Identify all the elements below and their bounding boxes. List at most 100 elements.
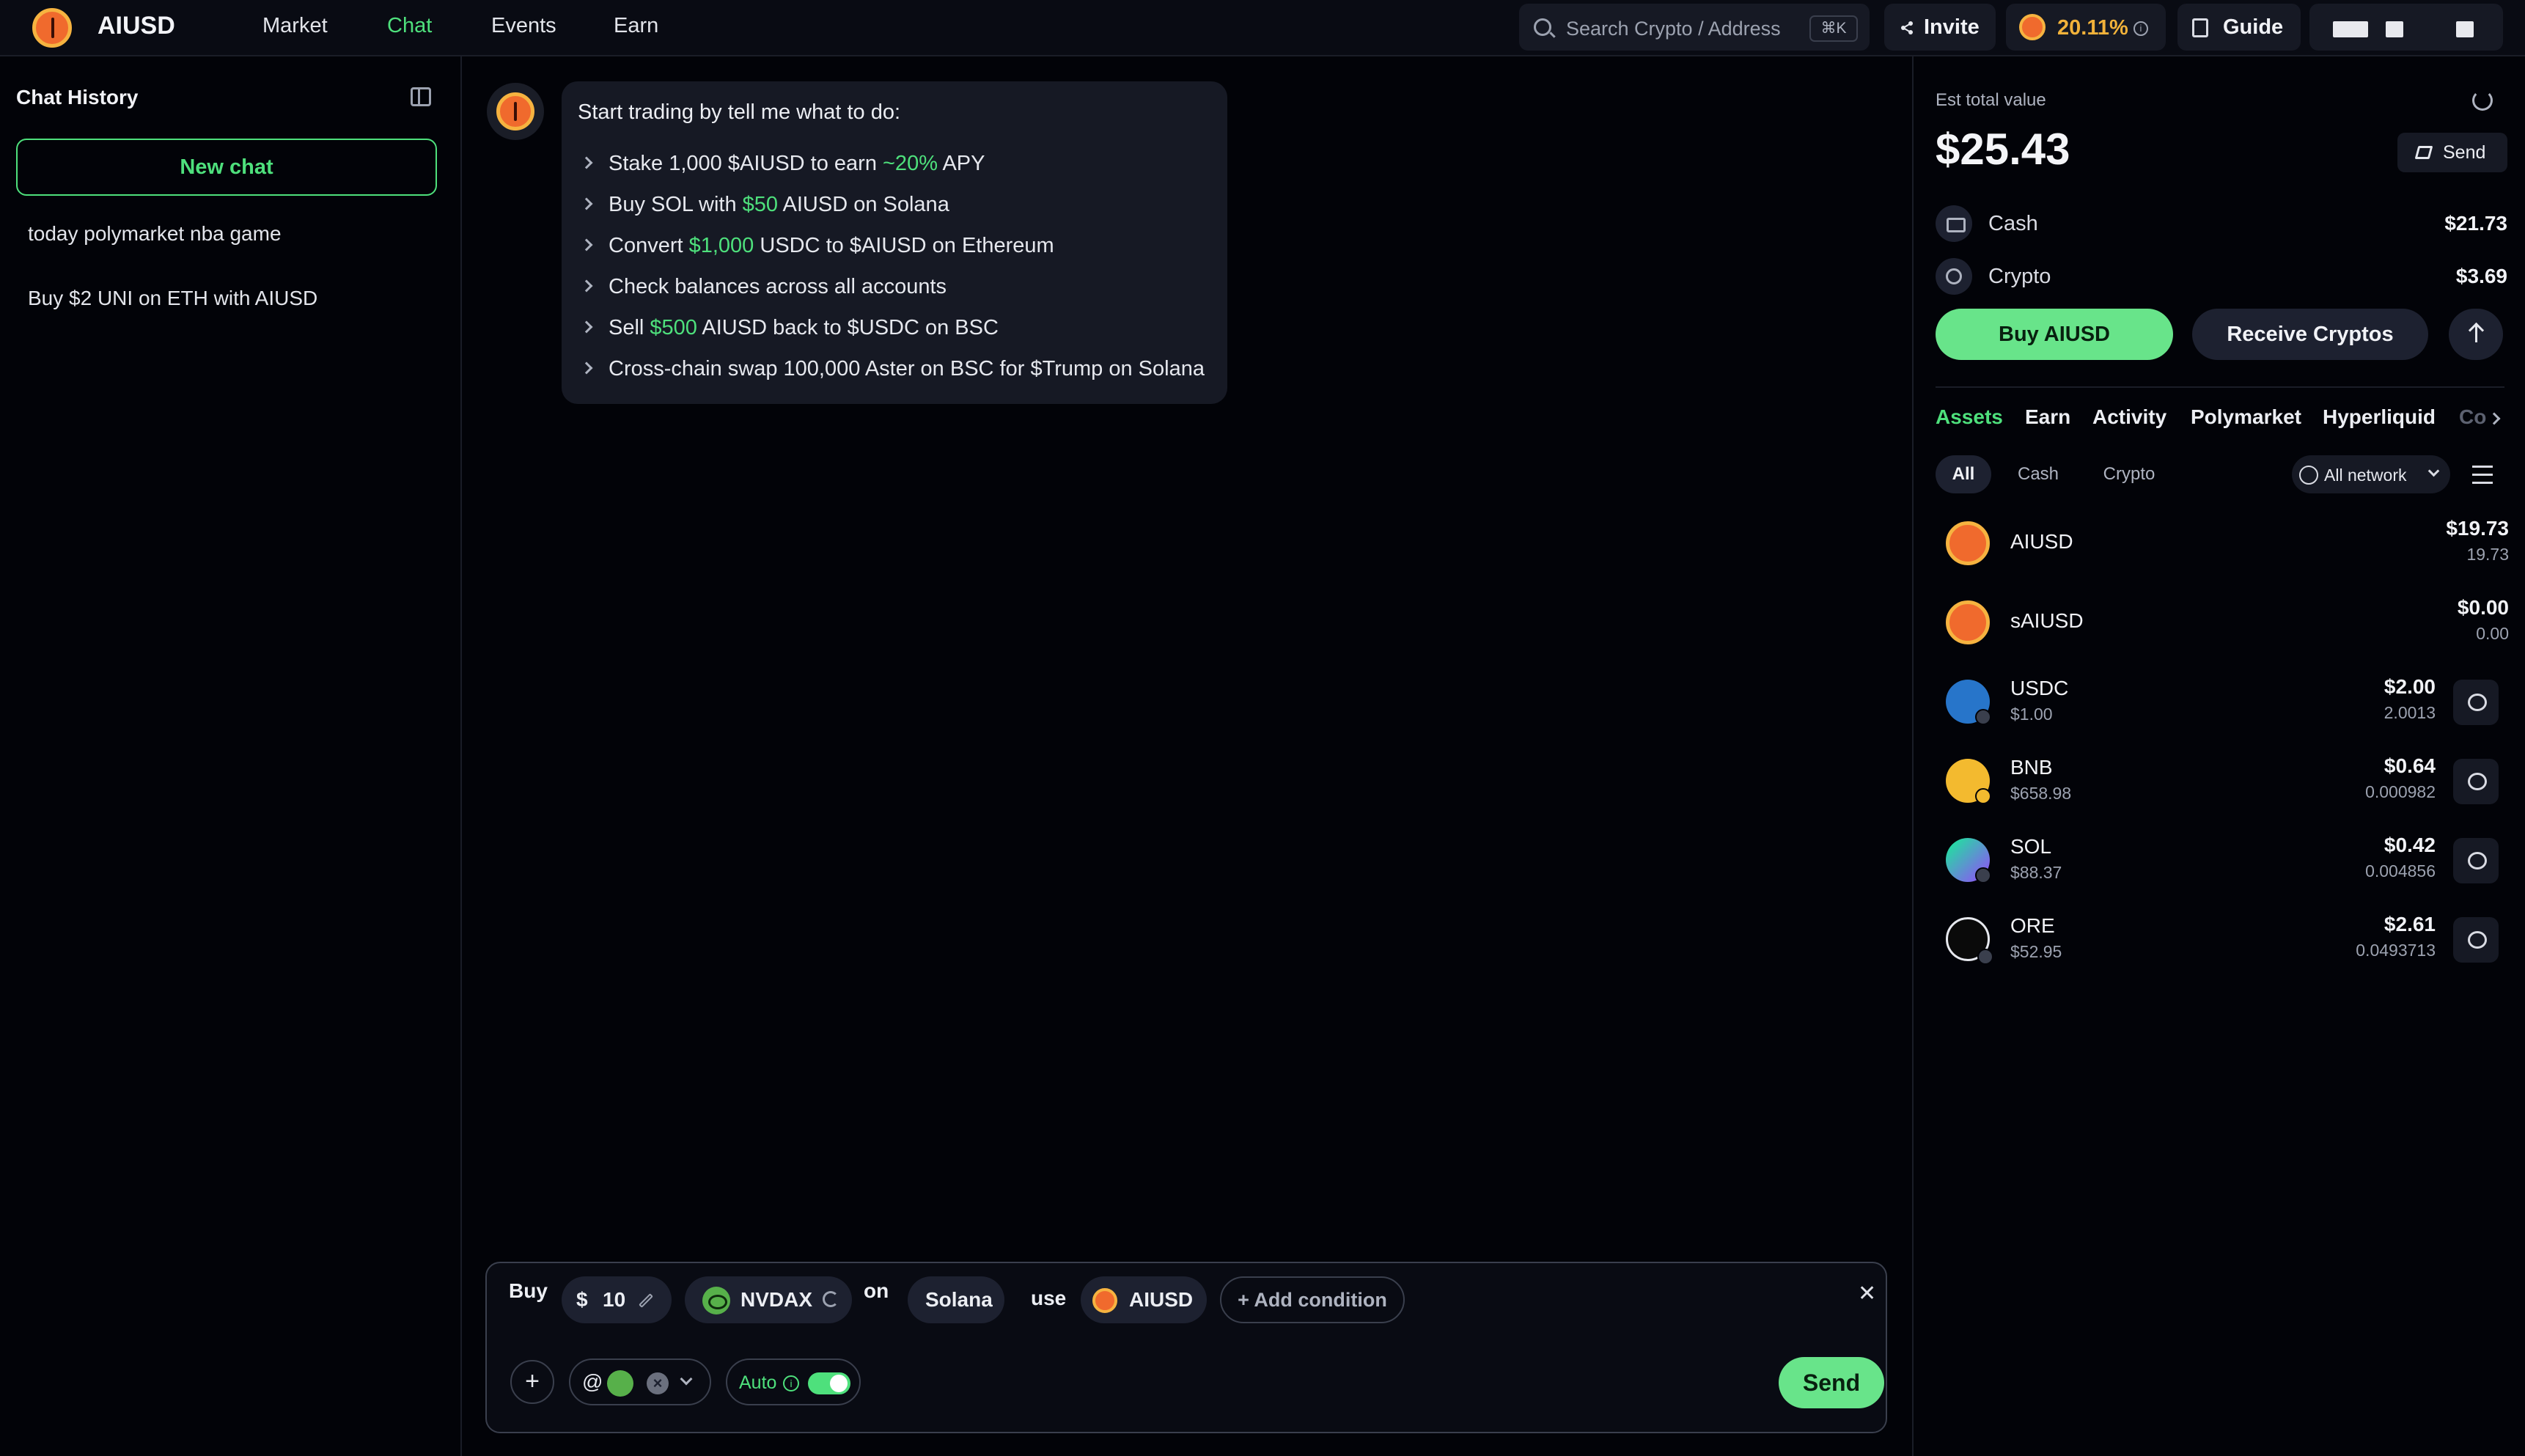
history-item[interactable]: today polymarket nba game xyxy=(28,222,282,246)
send-funds-button[interactable]: Send xyxy=(2397,133,2507,172)
nav-events[interactable]: Events xyxy=(491,14,556,38)
action-label[interactable]: Buy xyxy=(509,1279,548,1303)
chevron-right-icon xyxy=(580,320,593,334)
suggestion-item[interactable]: Convert $1,000 USDC to $AIUSD on Ethereu… xyxy=(579,234,1054,258)
nav-chat[interactable]: Chat xyxy=(387,14,432,38)
token-chip[interactable]: NVDAX xyxy=(685,1276,852,1323)
tab-hyperliquid[interactable]: Hyperliquid xyxy=(2323,405,2436,429)
paper-plane-icon xyxy=(2414,146,2433,159)
aiusd-coin-icon xyxy=(1946,521,1990,565)
suggestion-item[interactable]: Buy SOL with $50 AIUSD on Solana xyxy=(579,193,949,217)
crypto-label: Crypto xyxy=(1988,265,2051,288)
upload-icon[interactable] xyxy=(2449,309,2503,360)
globe-icon xyxy=(2299,466,2318,485)
apy-badge[interactable]: 20.11% i xyxy=(2006,4,2166,51)
asset-row[interactable]: SOL $88.37 $0.42 0.004856 xyxy=(1936,826,2509,894)
pay-token-label: AIUSD xyxy=(1129,1288,1194,1311)
cash-balance-row: Cash $21.73 xyxy=(1936,203,2507,244)
pay-token-chip[interactable]: AIUSD xyxy=(1081,1276,1207,1323)
chain-chip[interactable]: Solana xyxy=(908,1276,1004,1323)
amount-value: 10 xyxy=(603,1288,626,1311)
asset-price: $658.98 xyxy=(2010,784,2072,803)
tab-assets[interactable]: Assets xyxy=(1936,405,2003,429)
chain-badge-icon xyxy=(1975,867,1991,883)
chat-bubble-icon[interactable] xyxy=(2453,917,2499,963)
tab-activity[interactable]: Activity xyxy=(2092,405,2166,429)
send-button[interactable]: Send xyxy=(1779,1357,1884,1408)
asset-amount: 0.004856 xyxy=(2365,861,2436,880)
info-icon[interactable]: i xyxy=(783,1375,799,1391)
nvdax-token-icon xyxy=(607,1370,633,1397)
filter-crypto[interactable]: Crypto xyxy=(2088,455,2170,493)
aiusd-logo-icon[interactable] xyxy=(32,8,72,48)
total-value: $25.43 xyxy=(1936,125,2070,174)
search-input[interactable]: Search Crypto / Address ⌘K xyxy=(1519,4,1870,51)
network-dropdown[interactable]: All network xyxy=(2292,455,2450,493)
asset-price: $88.37 xyxy=(2010,863,2062,882)
chevron-right-icon[interactable] xyxy=(2488,412,2501,425)
asset-amount: 0.00 xyxy=(2476,624,2509,643)
refresh-icon[interactable] xyxy=(2472,90,2493,111)
history-item[interactable]: Buy $2 UNI on ETH with AIUSD xyxy=(28,287,317,310)
tab-more[interactable]: Co xyxy=(2459,405,2486,429)
nav-market[interactable]: Market xyxy=(262,14,328,38)
new-chat-button[interactable]: New chat xyxy=(16,139,437,196)
asset-symbol: ORE xyxy=(2010,914,2055,937)
on-label: on xyxy=(864,1279,889,1302)
chain-badge-icon xyxy=(1977,949,1993,965)
brand-name[interactable]: AIUSD xyxy=(98,12,175,40)
trade-composer: Buy $ 10 NVDAX on Solana use AIUSD + Add… xyxy=(485,1262,1887,1433)
invite-button[interactable]: Invite xyxy=(1884,4,1996,51)
nvdax-token-icon xyxy=(702,1287,730,1315)
info-icon[interactable]: i xyxy=(2133,21,2148,36)
receive-cryptos-button[interactable]: Receive Cryptos xyxy=(2192,309,2428,360)
asset-amount: 2.0013 xyxy=(2384,703,2436,722)
asset-usd-value: $0.00 xyxy=(2457,596,2509,619)
clear-icon[interactable]: × xyxy=(647,1372,669,1394)
aiusd-coin-icon xyxy=(496,92,534,130)
chat-bubble-icon[interactable] xyxy=(2453,680,2499,725)
filter-settings-icon[interactable] xyxy=(2472,466,2493,485)
suggestion-item[interactable]: Cross-chain swap 100,000 Aster on BSC fo… xyxy=(579,357,1205,381)
account-button[interactable] xyxy=(2309,4,2503,51)
aiusd-coin-icon xyxy=(2019,14,2046,40)
asset-price: $52.95 xyxy=(2010,942,2062,961)
asset-row[interactable]: sAIUSD $0.00 0.00 xyxy=(1936,589,2509,656)
suggestion-item[interactable]: Stake 1,000 $AIUSD to earn ~20% APY xyxy=(579,152,985,176)
mention-selector[interactable]: @ × xyxy=(569,1358,711,1405)
bnb-coin-icon xyxy=(1946,759,1991,804)
crypto-icon xyxy=(1936,258,1972,295)
asset-usd-value: $2.61 xyxy=(2384,913,2436,935)
chat-bubble-icon[interactable] xyxy=(2453,838,2499,883)
toggle-switch[interactable] xyxy=(808,1372,850,1394)
send-label: Send xyxy=(2443,142,2486,163)
tab-polymarket[interactable]: Polymarket xyxy=(2191,405,2301,429)
filter-cash[interactable]: Cash xyxy=(2006,455,2070,493)
asset-usd-value: $2.00 xyxy=(2384,675,2436,698)
filter-all[interactable]: All xyxy=(1936,455,1991,493)
guide-button[interactable]: Guide xyxy=(2177,4,2301,51)
buy-aiusd-button[interactable]: Buy AIUSD xyxy=(1936,309,2173,360)
sidebar-toggle-icon[interactable] xyxy=(411,87,431,106)
amount-chip[interactable]: $ 10 xyxy=(562,1276,672,1323)
auto-toggle[interactable]: Auto i xyxy=(726,1358,861,1405)
nav-earn[interactable]: Earn xyxy=(614,14,658,38)
tab-earn[interactable]: Earn xyxy=(2025,405,2070,429)
asset-row[interactable]: ORE $52.95 $2.61 0.0493713 xyxy=(1936,905,2509,973)
suggestion-item[interactable]: Check balances across all accounts xyxy=(579,275,947,299)
asset-row[interactable]: BNB $658.98 $0.64 0.000982 xyxy=(1936,747,2509,815)
close-icon[interactable]: ✕ xyxy=(1858,1281,1876,1306)
chevron-down-icon xyxy=(2427,465,2440,477)
ore-coin-icon xyxy=(1946,917,1993,965)
suggestion-item[interactable]: Sell $500 AIUSD back to $USDC on BSC xyxy=(579,316,999,340)
wallet-panel: Est total value $25.43 Send Cash $21.73 … xyxy=(1912,56,2525,1456)
asset-row[interactable]: USDC $1.00 $2.00 2.0013 xyxy=(1936,668,2509,735)
asset-row[interactable]: AIUSD $19.73 19.73 xyxy=(1936,510,2509,577)
chat-bubble-icon[interactable] xyxy=(2453,759,2499,804)
sidebar-title: Chat History xyxy=(16,86,139,109)
chevron-down-icon[interactable] xyxy=(680,1372,693,1386)
add-condition-button[interactable]: + Add condition xyxy=(1220,1276,1405,1323)
attach-plus-button[interactable]: + xyxy=(510,1360,554,1404)
asset-symbol: USDC xyxy=(2010,677,2069,699)
cash-value: $21.73 xyxy=(2444,212,2507,235)
